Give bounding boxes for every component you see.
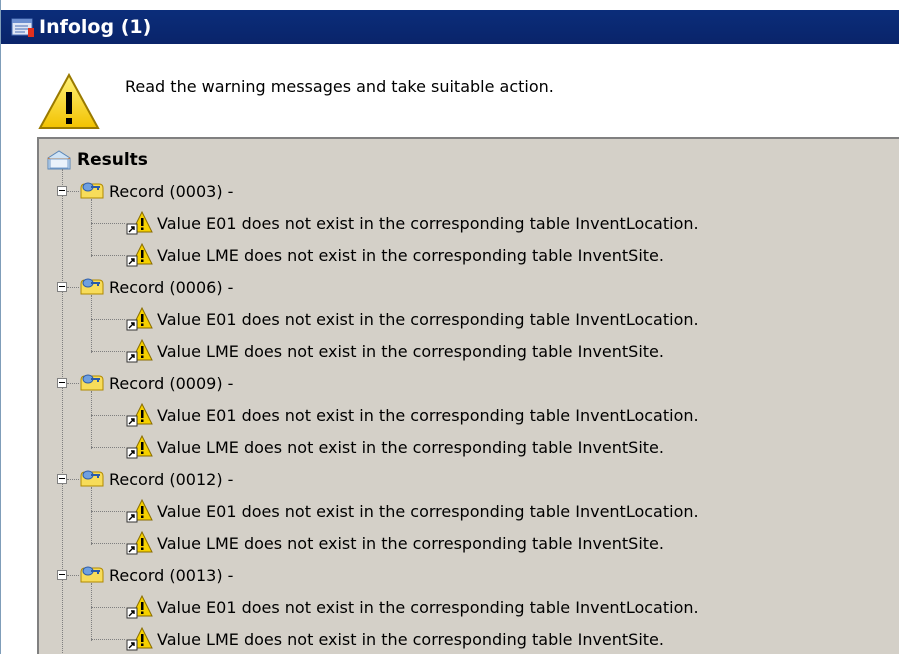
warning-message-text: Value LME does not exist in the correspo… [157, 437, 664, 457]
warning-shortcut-icon [125, 338, 153, 364]
warning-message-text: Value LME does not exist in the correspo… [157, 533, 664, 553]
record-node[interactable]: Record (0012) - [79, 463, 233, 495]
collapse-toggle[interactable] [57, 570, 67, 580]
results-tree: Results Record (0003) - Value E01 does no… [39, 139, 899, 654]
warning-message-text: Value E01 does not exist in the correspo… [157, 501, 699, 521]
tree-connector-line [91, 199, 92, 257]
collapse-toggle[interactable] [57, 474, 67, 484]
warning-shortcut-icon [125, 530, 153, 556]
record-key-icon [79, 180, 105, 202]
warning-message-text: Value LME does not exist in the correspo… [157, 245, 664, 265]
tree-connector-line [91, 295, 92, 353]
warning-message-text: Value E01 does not exist in the correspo… [157, 405, 699, 425]
record-node[interactable]: Record (0009) - [79, 367, 233, 399]
record-node[interactable]: Record (0013) - [79, 559, 233, 591]
record-key-icon [79, 372, 105, 394]
warning-message-item[interactable]: Value E01 does not exist in the correspo… [125, 399, 699, 431]
tree-connector-line [91, 255, 125, 256]
tree-connector-line [67, 287, 79, 288]
warning-message-text: Value LME does not exist in the correspo… [157, 629, 664, 649]
record-label: Record (0012) - [109, 469, 234, 489]
tree-connector-line [91, 583, 92, 641]
record-node[interactable]: Record (0003) - [79, 175, 233, 207]
tree-connector-line [91, 351, 125, 352]
record-key-icon [79, 468, 105, 490]
record-label: Record (0006) - [109, 277, 234, 297]
warning-icon [37, 72, 101, 132]
tree-connector-line [67, 383, 79, 384]
collapse-toggle[interactable] [57, 186, 67, 196]
warning-message-text: Value E01 does not exist in the correspo… [157, 597, 699, 617]
tree-connector-line [91, 607, 125, 608]
results-tree-panel[interactable]: Results Record (0003) - Value E01 does no… [37, 137, 899, 654]
warning-message-item[interactable]: Value E01 does not exist in the correspo… [125, 591, 699, 623]
warning-shortcut-icon [125, 402, 153, 428]
warning-message-text: Value E01 does not exist in the correspo… [157, 309, 699, 329]
warning-message-item[interactable]: Value LME does not exist in the correspo… [125, 623, 664, 654]
record-label: Record (0003) - [109, 181, 234, 201]
warning-message-item[interactable]: Value LME does not exist in the correspo… [125, 431, 664, 463]
collapse-toggle[interactable] [57, 378, 67, 388]
tree-connector-line [91, 391, 92, 449]
tree-connector-line [67, 575, 79, 576]
warning-shortcut-icon [125, 242, 153, 268]
tree-connector-line [91, 487, 92, 545]
warning-message-item[interactable]: Value LME does not exist in the correspo… [125, 527, 664, 559]
warning-shortcut-icon [125, 306, 153, 332]
title-bar[interactable]: Infolog (1) [1, 10, 899, 44]
results-folder-icon [47, 149, 71, 171]
warning-shortcut-icon [125, 594, 153, 620]
tree-connector-line [67, 191, 79, 192]
warning-shortcut-icon [125, 434, 153, 460]
tree-connector-line [91, 319, 125, 320]
header-message: Read the warning messages and take suita… [125, 77, 554, 96]
tree-connector-line [91, 447, 125, 448]
tree-connector-line [91, 543, 125, 544]
record-node[interactable]: Record (0006) - [79, 271, 233, 303]
warning-message-item[interactable]: Value LME does not exist in the correspo… [125, 335, 664, 367]
header-area: Read the warning messages and take suita… [1, 44, 899, 136]
window-title: Infolog (1) [39, 16, 152, 38]
record-label: Record (0013) - [109, 565, 234, 585]
tree-connector-line [91, 639, 125, 640]
warning-message-item[interactable]: Value E01 does not exist in the correspo… [125, 207, 699, 239]
record-label: Record (0009) - [109, 373, 234, 393]
tree-connector-line [91, 415, 125, 416]
warning-shortcut-icon [125, 210, 153, 236]
warning-message-text: Value LME does not exist in the correspo… [157, 341, 664, 361]
infolog-window: Infolog (1) Read the warning messages an… [0, 0, 899, 654]
tree-connector-line [62, 169, 63, 654]
collapse-toggle[interactable] [57, 282, 67, 292]
warning-message-text: Value E01 does not exist in the correspo… [157, 213, 699, 233]
warning-shortcut-icon [125, 498, 153, 524]
tree-connector-line [67, 479, 79, 480]
infolog-icon [11, 16, 35, 38]
record-key-icon [79, 276, 105, 298]
tree-connector-line [91, 223, 125, 224]
record-key-icon [79, 564, 105, 586]
warning-message-item[interactable]: Value E01 does not exist in the correspo… [125, 303, 699, 335]
results-label: Results [77, 150, 148, 170]
warning-message-item[interactable]: Value E01 does not exist in the correspo… [125, 495, 699, 527]
warning-shortcut-icon [125, 626, 153, 652]
warning-message-item[interactable]: Value LME does not exist in the correspo… [125, 239, 664, 271]
tree-connector-line [91, 511, 125, 512]
